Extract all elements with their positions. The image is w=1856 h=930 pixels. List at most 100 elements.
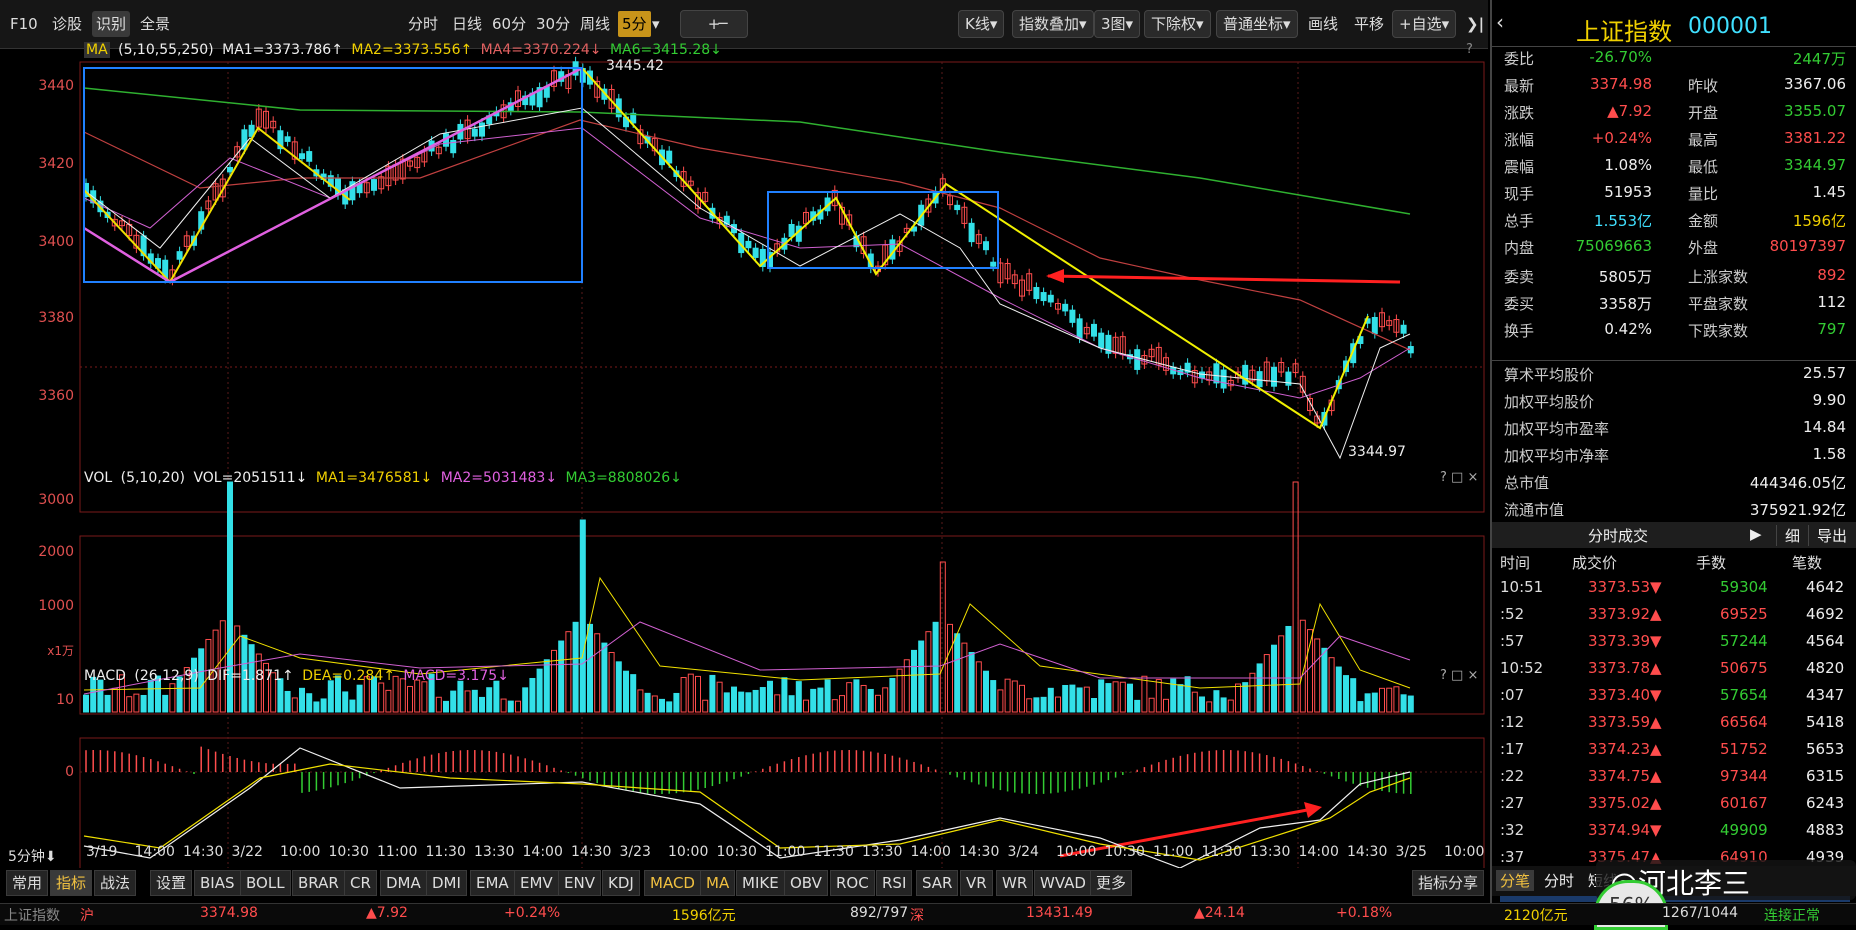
indicator-tab-22[interactable]: WR	[996, 870, 1034, 896]
trade-price: 3375.02▲	[1588, 794, 1662, 812]
quote-row: 总手 1.553亿 金额 1596亿	[1500, 210, 1850, 237]
coordinate-dropdown[interactable]: 普通坐标▾	[1216, 10, 1298, 38]
indicator-tab-6[interactable]: BRAR	[292, 870, 345, 896]
macd-value: MACD=3.175↓	[403, 668, 509, 684]
indicator-tab-3[interactable]: 设置	[150, 870, 193, 896]
trade-volume: 51752	[1720, 740, 1768, 758]
volume-bar	[644, 692, 651, 713]
trade-row[interactable]: 10:51 3373.53▼ 59304 4642	[1500, 578, 1850, 605]
quote-label: 最新	[1504, 77, 1535, 95]
tab-ticks[interactable]: 分笔	[1496, 870, 1535, 891]
indicator-tab-17[interactable]: OBV	[784, 870, 828, 896]
period-day[interactable]: 日线	[448, 11, 486, 37]
indicator-tab-5[interactable]: BOLL	[240, 870, 291, 896]
indicator-tab-24[interactable]: 更多	[1090, 870, 1133, 896]
trade-row[interactable]: :17 3374.23▲ 51752 5653	[1500, 740, 1850, 767]
indicator-tab-19[interactable]: RSI	[876, 870, 913, 896]
indicator-tab-12[interactable]: ENV	[558, 870, 601, 896]
vol-ma1-value: MA1=3476581↓	[315, 470, 433, 486]
tab-intraday[interactable]: 分时	[1544, 870, 1574, 891]
kline-dropdown[interactable]: K线▾	[958, 10, 1005, 38]
indicator-tab-18[interactable]: ROC	[830, 870, 875, 896]
volume-bar	[515, 700, 521, 713]
trade-export-tab[interactable]: 导出	[1808, 525, 1847, 546]
period-60[interactable]: 60分	[488, 11, 530, 37]
indicator-tab-11[interactable]: EMV	[514, 870, 559, 896]
ma-indicator-name[interactable]: MA	[84, 42, 110, 58]
watchlist-dropdown[interactable]: +自选▾	[1392, 10, 1457, 38]
stat-label: 总市值	[1504, 474, 1550, 492]
trade-row[interactable]: 10:52 3373.78▲ 50675 4820	[1500, 659, 1850, 686]
stat-value: 1.58	[1812, 445, 1846, 463]
macd-panel-icons[interactable]: ? □ ×	[1440, 668, 1478, 683]
trade-row[interactable]: :22 3374.75▲ 97344 6315	[1500, 767, 1850, 794]
indicator-tab-2[interactable]: 战法	[94, 870, 137, 896]
panorama-button[interactable]: 全景	[136, 11, 174, 37]
trade-price: 3373.59▲	[1588, 713, 1662, 731]
volume-bar	[666, 701, 673, 713]
period-30[interactable]: 30分	[532, 11, 574, 37]
price-panel-frame	[79, 61, 1485, 513]
vol-panel-icons[interactable]: ? □ ×	[1440, 470, 1478, 485]
indicator-tab-14[interactable]: MACD	[644, 870, 701, 896]
period-minute[interactable]: 分时	[404, 11, 442, 37]
volume-bar	[687, 673, 694, 713]
indicator-tab-20[interactable]: SAR	[916, 870, 959, 896]
collapse-panel-icon[interactable]: ❯|	[1462, 11, 1488, 37]
trade-row[interactable]: :32 3374.94▼ 49909 4883	[1500, 821, 1850, 848]
kline-chart[interactable]	[0, 48, 1488, 868]
indicator-tab-7[interactable]: CR	[344, 870, 377, 896]
trade-row[interactable]: :27 3375.02▲ 60167 6243	[1500, 794, 1850, 821]
indicator-tab-10[interactable]: EMA	[470, 870, 515, 896]
indicator-share-button[interactable]: 指标分享	[1412, 870, 1485, 896]
quote-value: 1.08%	[1604, 156, 1652, 174]
volume-bar	[299, 687, 305, 713]
trade-row[interactable]: :52 3373.92▲ 69525 4692	[1500, 605, 1850, 632]
indicator-tab-4[interactable]: BIAS	[194, 870, 241, 896]
price-panel-help-icon[interactable]: ?	[1466, 42, 1473, 57]
trade-row[interactable]: :12 3373.59▲ 66564 5418	[1500, 713, 1850, 740]
indicator-tab-1[interactable]: 指标	[50, 870, 93, 896]
period-selector[interactable]: 5分钟⬇	[8, 846, 57, 866]
volume-bar	[731, 686, 737, 713]
trade-play-icon[interactable]: ▶	[1750, 525, 1762, 543]
time-tick: 10:30	[1104, 844, 1145, 860]
period-5min[interactable]: 5分	[618, 11, 651, 37]
vol-unit: x1万	[47, 644, 74, 658]
indicator-tab-13[interactable]: KDJ	[602, 870, 640, 896]
pan-button[interactable]: 平移	[1350, 11, 1388, 37]
volume-bar	[954, 633, 961, 713]
quote-value: 1596亿	[1792, 212, 1846, 230]
back-icon[interactable]: ‹	[1496, 10, 1504, 34]
status-sh-pct: +0.24%	[504, 905, 561, 921]
index-overlay-dropdown[interactable]: 指数叠加▾	[1012, 10, 1094, 38]
quote-value: 2447万	[1792, 50, 1846, 68]
identify-button[interactable]: 识别	[92, 11, 131, 37]
three-chart-dropdown[interactable]: 3图▾	[1094, 10, 1141, 38]
indicator-tab-16[interactable]: MIKE	[736, 870, 785, 896]
draw-line-button[interactable]: 画线	[1304, 11, 1342, 37]
indicator-tab-15[interactable]: MA	[700, 870, 736, 896]
trade-detail-tab[interactable]: 细	[1776, 525, 1800, 546]
trade-volume: 69525	[1720, 605, 1768, 623]
f10-button[interactable]: F10	[6, 11, 42, 37]
indicator-tab-0[interactable]: 常用	[6, 870, 49, 896]
indicator-tab-9[interactable]: DMI	[426, 870, 467, 896]
volume-bar	[1148, 697, 1155, 713]
stat-label: 加权平均市净率	[1504, 447, 1610, 465]
volume-bar	[1163, 698, 1169, 713]
period-dropdown-icon[interactable]: ▾	[648, 11, 664, 37]
trade-volume: 59304	[1720, 578, 1768, 596]
indicator-tab-8[interactable]: DMA	[380, 870, 427, 896]
trade-time: :12	[1500, 713, 1525, 731]
ex-rights-dropdown[interactable]: 下除权▾	[1144, 10, 1211, 38]
diagnose-button[interactable]: 诊股	[48, 11, 86, 37]
zoom-out-button[interactable]: −	[702, 10, 744, 36]
trade-row[interactable]: :07 3373.40▼ 57654 4347	[1500, 686, 1850, 713]
macd-indicator-name[interactable]: MACD	[84, 668, 126, 684]
indicator-tab-21[interactable]: VR	[960, 870, 993, 896]
vol-indicator-name[interactable]: VOL	[84, 470, 112, 486]
indicator-tab-23[interactable]: WVAD	[1034, 870, 1092, 896]
trade-row[interactable]: :57 3373.39▼ 57244 4564	[1500, 632, 1850, 659]
period-week[interactable]: 周线	[576, 11, 614, 37]
